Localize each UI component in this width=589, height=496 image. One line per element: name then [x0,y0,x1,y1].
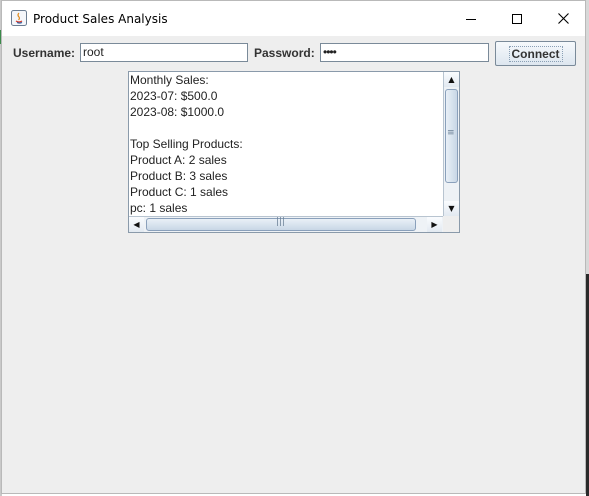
title-bar[interactable]: Product Sales Analysis [2,1,585,36]
window-title: Product Sales Analysis [33,12,168,26]
java-app-icon [11,10,27,26]
password-label: Password: [254,46,315,60]
username-field[interactable]: root [80,43,248,62]
output-line: 2023-08: $1000.0 [130,105,225,119]
output-line: Monthly Sales: [130,73,209,87]
vertical-scrollbar[interactable]: ▲ ≡ ▼ [443,72,459,217]
connect-button[interactable]: Connect [495,41,576,66]
scroll-right-icon: ▶ [431,220,438,229]
minimize-button[interactable] [448,1,494,36]
output-line: Product B: 3 sales [130,169,228,183]
scroll-up-button[interactable]: ▲ [444,72,459,87]
output-line: pc: 1 sales [130,201,188,215]
scroll-left-button[interactable]: ◀ [129,217,144,232]
app-window: Product Sales Analysis Username: root Pa… [1,0,586,494]
maximize-icon [512,13,522,24]
output-line: 2023-07: $500.0 [130,89,218,103]
close-icon [557,13,569,24]
output-line: Top Selling Products: [130,137,243,151]
results-scroll-pane[interactable]: Monthly Sales: 2023-07: $500.0 2023-08: … [128,71,460,233]
password-field[interactable]: •••• [320,43,489,62]
output-line: Product A: 2 sales [130,153,227,167]
scroll-down-icon: ▼ [448,204,455,213]
maximize-button[interactable] [494,1,540,36]
scroll-corner [443,216,459,232]
horizontal-scrollbar[interactable]: ◀ ||| ▶ [129,216,443,232]
output-line: Product C: 1 sales [130,185,229,199]
connect-button-label: Connect [508,45,563,62]
close-button[interactable] [540,1,586,36]
scroll-right-button[interactable]: ▶ [427,217,442,232]
results-text-area[interactable]: Monthly Sales: 2023-07: $500.0 2023-08: … [129,72,443,216]
vertical-grip-icon: ≡ [447,128,455,138]
scroll-left-icon: ◀ [133,220,140,229]
horizontal-grip-icon: ||| [276,217,286,227]
minimize-icon [466,18,476,20]
scroll-down-button[interactable]: ▼ [444,201,459,216]
username-label: Username: [13,46,76,60]
scroll-up-icon: ▲ [448,75,455,84]
